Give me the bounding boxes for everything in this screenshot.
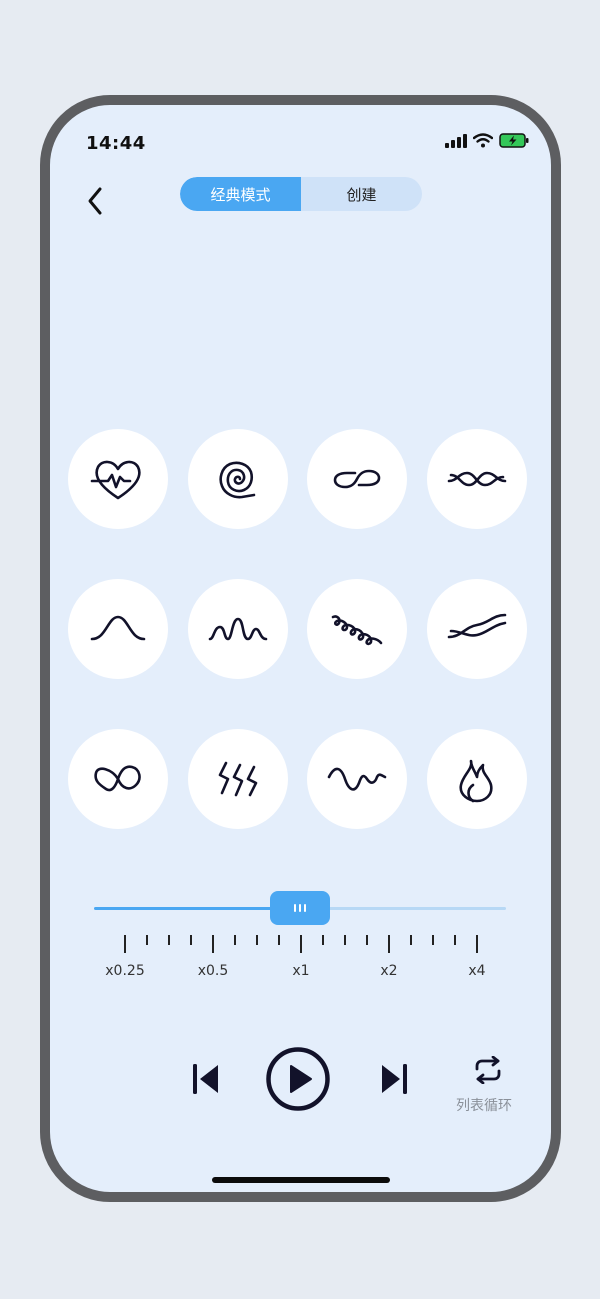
tick-major: [300, 935, 302, 953]
slider-thumb[interactable]: [270, 891, 330, 925]
skip-next-icon: [382, 1064, 407, 1094]
coil-loops-icon: [331, 615, 383, 646]
pattern-grid: [68, 429, 528, 829]
tick-minor: [278, 935, 280, 945]
pattern-coil[interactable]: [307, 579, 407, 679]
status-time: 14:44: [86, 133, 146, 154]
tick-major: [124, 935, 126, 953]
back-button[interactable]: [74, 180, 118, 224]
tab-create[interactable]: 创建: [301, 177, 422, 211]
tick-minor: [410, 935, 412, 945]
speed-label: x0.25: [105, 963, 145, 979]
infinity-loop-icon: [333, 469, 381, 489]
pattern-spiral[interactable]: [187, 429, 288, 529]
tick-major: [476, 935, 478, 953]
double-wave-icon: [447, 613, 506, 639]
tick-major: [388, 935, 390, 953]
loop-mode-button[interactable]: [470, 1053, 506, 1087]
chevron-left-icon: [88, 187, 102, 215]
spiral-icon: [218, 461, 255, 499]
pattern-twisted-wave[interactable]: [426, 429, 527, 529]
tick-minor: [322, 935, 324, 945]
speed-ticks: [124, 935, 478, 959]
play-icon: [266, 1047, 330, 1111]
pattern-heartbeat[interactable]: [68, 429, 168, 529]
pattern-zigzag[interactable]: [187, 729, 288, 829]
pattern-bell-curve[interactable]: [68, 579, 168, 679]
tick-minor: [190, 935, 192, 945]
pattern-squiggle[interactable]: [187, 579, 288, 679]
pattern-loop-wave[interactable]: [307, 729, 407, 829]
speed-label: x2: [380, 963, 398, 979]
speed-labels: x0.25 x0.5 x1 x2 x4: [94, 963, 506, 983]
tick-minor: [366, 935, 368, 945]
tick-minor: [256, 935, 258, 945]
twisted-wave-icon: [447, 471, 506, 487]
speed-slider: x0.25 x0.5 x1 x2 x4: [94, 885, 506, 979]
home-indicator: [212, 1177, 390, 1183]
battery-charging-icon: [499, 133, 529, 148]
skip-previous-icon: [193, 1064, 218, 1094]
previous-button[interactable]: [184, 1057, 228, 1101]
zigzag-bolts-icon: [218, 761, 257, 797]
tick-minor: [432, 935, 434, 945]
tab-classic-mode[interactable]: 经典模式: [180, 177, 301, 211]
loop-mode-label: 列表循环: [456, 1098, 512, 1114]
squiggle-wave-icon: [208, 617, 267, 641]
flame-icon: [458, 759, 493, 803]
mode-switch: 经典模式 创建: [180, 177, 422, 211]
repeat-icon: [475, 1056, 501, 1084]
playback-controls: 列表循环: [50, 1037, 551, 1127]
tick-major: [212, 935, 214, 953]
tick-minor: [146, 935, 148, 945]
loop-wave-icon: [327, 767, 387, 791]
pattern-flame[interactable]: [426, 729, 527, 829]
signal-icon: [445, 133, 467, 148]
status-icons: [445, 133, 529, 148]
phone-frame: 14:44 经典模式 创建 x0.25 x0.5 x1 x2 x4 列表循环: [40, 95, 561, 1202]
pattern-infinity[interactable]: [307, 429, 407, 529]
wifi-icon: [473, 133, 493, 148]
pattern-heart-infinity[interactable]: [68, 729, 168, 829]
speed-label: x1: [292, 963, 310, 979]
bell-curve-icon: [90, 615, 146, 641]
tick-minor: [168, 935, 170, 945]
pattern-double-wave[interactable]: [426, 579, 527, 679]
grip-icon: [294, 904, 306, 912]
play-button[interactable]: [266, 1047, 330, 1111]
tick-minor: [234, 935, 236, 945]
speed-label: x0.5: [197, 963, 229, 979]
tick-minor: [454, 935, 456, 945]
speed-label: x4: [468, 963, 486, 979]
slider-track[interactable]: [300, 907, 506, 910]
next-button[interactable]: [372, 1057, 416, 1101]
tick-minor: [344, 935, 346, 945]
heartbeat-heart-icon: [90, 460, 141, 500]
heart-infinity-icon: [94, 765, 141, 792]
